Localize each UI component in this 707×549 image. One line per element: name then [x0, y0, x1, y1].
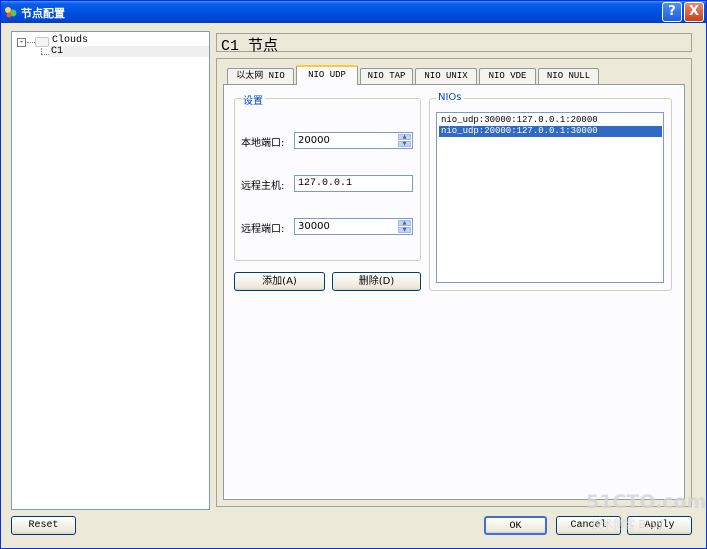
- node-tree[interactable]: - Clouds C1: [11, 31, 210, 510]
- remote-port-value: 30000: [298, 221, 330, 232]
- settings-group-title: 设置: [241, 92, 265, 107]
- window-title: 节点配置: [21, 7, 65, 20]
- remote-host-value: 127.0.0.1: [298, 178, 353, 189]
- add-button[interactable]: 添加(A): [234, 272, 325, 291]
- remote-host-label: 远程主机:: [241, 181, 285, 192]
- local-port-label: 本地端口:: [241, 138, 285, 149]
- spin-down-icon[interactable]: ▼: [398, 227, 411, 233]
- delete-button[interactable]: 删除(D): [332, 272, 421, 291]
- node-title: C1 节点: [221, 38, 279, 55]
- tree-connector: [27, 42, 35, 43]
- tab-ethernet-nio[interactable]: 以太网 NIO: [227, 68, 294, 84]
- tab-nio-udp[interactable]: NIO UDP: [296, 65, 358, 85]
- help-button[interactable]: ?: [662, 2, 682, 22]
- spin-down-icon[interactable]: ▼: [398, 141, 411, 147]
- spin-up-icon[interactable]: ▲: [398, 220, 411, 226]
- nios-list[interactable]: nio_udp:30000:127.0.0.1:20000 nio_udp:20…: [436, 112, 664, 283]
- remote-port-spinbox[interactable]: 30000 ▲ ▼: [294, 218, 413, 235]
- list-item[interactable]: nio_udp:30000:127.0.0.1:20000: [439, 115, 662, 126]
- tree-item-c1[interactable]: C1: [50, 46, 64, 57]
- tab-nio-vde[interactable]: NIO VDE: [479, 68, 536, 84]
- tab-nio-tap[interactable]: NIO TAP: [360, 68, 413, 84]
- remote-port-label: 远程端口:: [241, 224, 285, 235]
- ok-button[interactable]: OK: [484, 516, 547, 535]
- tab-nio-unix[interactable]: NIO UNIX: [415, 68, 477, 84]
- node-header: C1 节点: [216, 33, 692, 55]
- tab-nio-null[interactable]: NIO NULL: [538, 68, 599, 84]
- watermark-logo: 51CTO.com: [586, 491, 707, 513]
- collapse-icon[interactable]: -: [17, 38, 26, 47]
- app-icon: [5, 7, 17, 18]
- local-port-value: 20000: [298, 135, 330, 146]
- remote-host-input[interactable]: 127.0.0.1: [294, 175, 413, 192]
- nios-group-title: NIOs: [436, 92, 464, 103]
- remote-port-stepper[interactable]: ▲ ▼: [398, 220, 411, 233]
- tree-connector: [41, 54, 49, 55]
- watermark-subtitle: 技术博客 Blog: [591, 518, 663, 531]
- local-port-stepper[interactable]: ▲ ▼: [398, 134, 411, 147]
- reset-button[interactable]: Reset: [11, 516, 76, 535]
- tree-selection-highlight: [49, 46, 209, 57]
- local-port-spinbox[interactable]: 20000 ▲ ▼: [294, 132, 413, 149]
- cloud-icon: [35, 37, 49, 47]
- list-item-selected[interactable]: nio_udp:20000:127.0.0.1:30000: [439, 126, 662, 137]
- node-config-window: 节点配置 ? X - Clouds C1 C1 节点 以太网 NIO NIO U…: [0, 0, 707, 549]
- close-button[interactable]: X: [684, 2, 704, 22]
- title-bar[interactable]: 节点配置 ? X: [1, 1, 706, 23]
- spin-up-icon[interactable]: ▲: [398, 134, 411, 140]
- tree-item-clouds[interactable]: Clouds: [52, 35, 88, 46]
